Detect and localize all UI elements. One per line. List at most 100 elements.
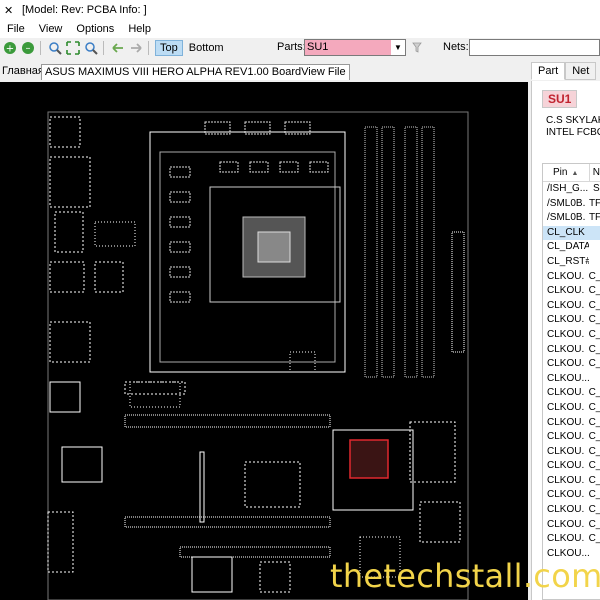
tab-net[interactable]: Net bbox=[565, 62, 597, 80]
pin-cell: /SML0B... bbox=[547, 197, 585, 209]
boardviewer-window: ✕ [Model: Rev: PCBA Info: ] File View Op… bbox=[0, 0, 600, 600]
column-header-pin[interactable]: Pin ▲ bbox=[543, 164, 590, 181]
tab-home[interactable]: Главная bbox=[0, 64, 46, 80]
table-row[interactable]: CLKOU...C_ bbox=[543, 459, 600, 474]
part-name-badge: SU1 bbox=[542, 90, 578, 108]
net-cell: C_ bbox=[588, 387, 600, 399]
pin-cell: CLKOU... bbox=[547, 299, 585, 311]
zoom-out-icon[interactable]: – bbox=[20, 40, 36, 56]
pin-cell: CL_CLK bbox=[547, 226, 585, 238]
toolbar-separator bbox=[40, 41, 41, 55]
pin-cell: CLKOU... bbox=[547, 372, 589, 384]
zoom-out-small-icon[interactable] bbox=[83, 40, 99, 56]
parts-value[interactable]: SU1 bbox=[305, 40, 391, 55]
pin-cell: /ISH_G... bbox=[547, 183, 589, 194]
pin-cell: CLKOU... bbox=[547, 416, 585, 428]
table-row[interactable]: /ISH_G... S bbox=[543, 182, 600, 197]
pin-cell: CLKOU... bbox=[547, 445, 585, 457]
tab-boardview-file[interactable]: ASUS MAXIMUS VIII HERO ALPHA REV1.00 Boa… bbox=[41, 64, 350, 80]
table-row[interactable]: CLKOU...C_ bbox=[543, 284, 600, 299]
net-cell: C_ bbox=[588, 285, 600, 297]
chevron-down-icon[interactable]: ▼ bbox=[391, 40, 405, 55]
table-row[interactable]: CLKOU...C_ bbox=[543, 328, 600, 343]
menu-options[interactable]: Options bbox=[69, 23, 121, 35]
menu-help[interactable]: Help bbox=[121, 23, 158, 35]
pin-cell: CLKOU... bbox=[547, 358, 585, 370]
part-description-line: INTEL FCBGA bbox=[546, 127, 600, 138]
zoom-in-icon[interactable]: + bbox=[2, 40, 18, 56]
part-description-line: C.S SKYLAKE bbox=[546, 115, 600, 126]
pin-cell: CLKOU... bbox=[547, 504, 585, 516]
table-row[interactable]: CLKOU...C_ bbox=[543, 401, 600, 416]
nets-input[interactable] bbox=[469, 39, 600, 56]
pin-cell: CLKOU... bbox=[547, 401, 585, 413]
table-row[interactable]: CLKOU...C_ bbox=[543, 386, 600, 401]
zoom-area-icon[interactable] bbox=[47, 40, 63, 56]
pin-cell: CLKOU... bbox=[547, 460, 585, 472]
board-canvas[interactable] bbox=[0, 82, 528, 600]
svg-text:–: – bbox=[26, 43, 31, 54]
pin-cell: CLKOU... bbox=[547, 387, 585, 399]
pin-cell: CLKOU... bbox=[547, 474, 585, 486]
tab-part[interactable]: Part bbox=[531, 62, 566, 80]
pin-cell: CLKOU... bbox=[547, 533, 585, 545]
top-layer-button[interactable]: Top bbox=[155, 40, 183, 56]
nets-label: Nets: bbox=[443, 41, 469, 53]
net-cell: C_ bbox=[588, 504, 600, 516]
table-row[interactable]: CLKOU...C_ bbox=[543, 343, 600, 358]
pin-table[interactable]: Pin▲ N /ISH_G...S/SML0B...TF/SML0B...TFC… bbox=[542, 163, 600, 600]
sort-asc-icon: ▲ bbox=[571, 170, 579, 177]
parts-combobox[interactable]: SU1 ▼ bbox=[304, 39, 406, 56]
pin-cell: /SML0B... bbox=[547, 212, 585, 224]
net-cell: C_ bbox=[588, 401, 600, 413]
net-cell: C_ bbox=[588, 431, 600, 443]
pin-table-body: /ISH_G...S/SML0B...TF/SML0B...TFCL_CLKCL… bbox=[543, 182, 600, 561]
table-row[interactable]: CLKOU...C_ bbox=[543, 430, 600, 445]
table-row[interactable]: CLKOU...C_ bbox=[543, 518, 600, 533]
net-cell: C_ bbox=[588, 270, 600, 282]
table-row[interactable]: CLKOU...C_ bbox=[543, 503, 600, 518]
net-cell: C_ bbox=[588, 474, 600, 486]
watermark-text: thetechstall.com bbox=[330, 557, 600, 595]
net-cell bbox=[589, 240, 593, 255]
table-row[interactable]: CLKOU... bbox=[543, 372, 600, 387]
menu-file[interactable]: File bbox=[0, 23, 32, 35]
document-tabs: Главная ASUS MAXIMUS VIII HERO ALPHA REV… bbox=[0, 61, 600, 81]
net-cell: S bbox=[593, 183, 600, 194]
table-row[interactable]: CLKOU...C_ bbox=[543, 488, 600, 503]
table-row[interactable]: /SML0B...TF bbox=[543, 211, 600, 226]
table-row[interactable]: CLKOU...C_ bbox=[543, 532, 600, 547]
table-row[interactable]: CLKOU...C_ bbox=[543, 270, 600, 285]
table-row[interactable]: /SML0B...TF bbox=[543, 197, 600, 212]
clear-search-icon[interactable] bbox=[410, 40, 424, 54]
net-cell: C_ bbox=[588, 314, 600, 326]
net-cell: C_ bbox=[588, 489, 600, 501]
toolbar-separator bbox=[103, 41, 104, 55]
table-row[interactable]: CLKOU...C_ bbox=[543, 357, 600, 372]
window-title: [Model: Rev: PCBA Info: ] bbox=[22, 4, 147, 16]
pcb-drawing[interactable] bbox=[0, 82, 528, 600]
table-row[interactable]: CLKOU...C_ bbox=[543, 474, 600, 489]
table-row[interactable]: CLKOU...C_ bbox=[543, 416, 600, 431]
table-row[interactable]: CLKOU...C_ bbox=[543, 445, 600, 460]
parts-label: Parts: bbox=[277, 41, 306, 53]
net-cell: C_ bbox=[588, 328, 600, 340]
menu-view[interactable]: View bbox=[32, 23, 70, 35]
arrow-right-icon[interactable] bbox=[128, 40, 144, 56]
table-row[interactable]: CL_DATA bbox=[543, 240, 600, 255]
net-cell bbox=[589, 226, 593, 241]
pin-cell: CLKOU... bbox=[547, 518, 585, 530]
net-cell: C_ bbox=[588, 518, 600, 530]
arrow-left-icon[interactable] bbox=[110, 40, 126, 56]
table-row[interactable]: CL_RST# bbox=[543, 255, 600, 270]
fit-icon[interactable] bbox=[65, 40, 81, 56]
table-row[interactable]: CL_CLK bbox=[543, 225, 600, 241]
column-header-net[interactable]: N bbox=[590, 164, 600, 181]
bottom-layer-button[interactable]: Bottom bbox=[185, 40, 228, 56]
pin-cell: CLKOU... bbox=[547, 489, 585, 501]
pin-cell: CLKOU... bbox=[547, 314, 585, 326]
table-row[interactable]: CLKOU...C_ bbox=[543, 299, 600, 314]
part-description: C.S SKYLAKE INTEL FCBGA bbox=[546, 115, 600, 139]
table-row[interactable]: CLKOU...C_ bbox=[543, 313, 600, 328]
pin-cell: CL_RST# bbox=[547, 255, 589, 267]
